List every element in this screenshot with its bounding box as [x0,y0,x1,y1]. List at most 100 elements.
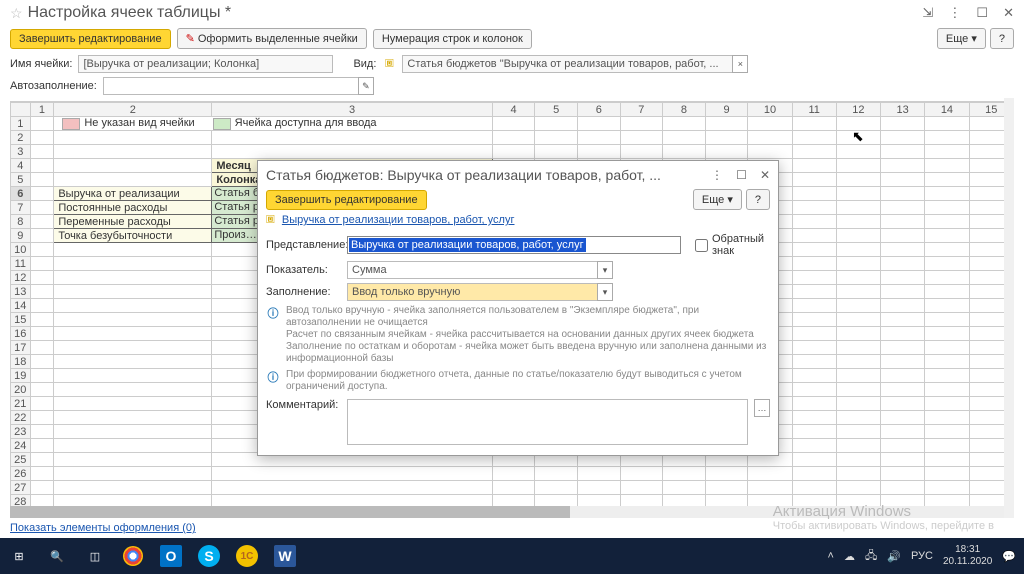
table-cell[interactable] [212,481,492,495]
tray-cloud-icon[interactable]: ☁ [844,550,855,563]
representation-field[interactable]: Выручка от реализации товаров, работ, ус… [349,238,586,252]
row-header[interactable]: 13 [11,285,31,299]
table-cell[interactable] [54,425,212,439]
table-cell[interactable]: Постоянные расходы [54,201,212,215]
table-cell[interactable] [54,243,212,257]
row-header[interactable]: 12 [11,271,31,285]
row-header[interactable]: 9 [11,229,31,243]
row-header[interactable]: 5 [11,173,31,187]
start-button[interactable]: ⊞ [0,538,38,574]
table-cell[interactable] [54,313,212,327]
row-header[interactable]: 25 [11,453,31,467]
format-cells-button[interactable]: ✎ Оформить выделенные ячейки [177,28,367,49]
tray-clock[interactable]: 18:31 20.11.2020 [943,544,992,568]
dialog-more-icon[interactable]: ⋮ [711,168,723,182]
row-header[interactable]: 19 [11,369,31,383]
row-header[interactable]: 27 [11,481,31,495]
table-cell[interactable] [212,145,492,159]
row-header[interactable]: 4 [11,159,31,173]
table-cell[interactable] [54,341,212,355]
row-header[interactable]: 16 [11,327,31,341]
row-header[interactable]: 1 [11,117,31,131]
table-cell[interactable] [54,411,212,425]
table-cell[interactable] [54,327,212,341]
table-cell[interactable] [212,131,492,145]
tray-chevron-icon[interactable]: ˄ [828,550,834,562]
row-header[interactable]: 21 [11,397,31,411]
row-header[interactable]: 23 [11,425,31,439]
external-link-icon[interactable]: ⇲ [922,5,933,20]
row-header[interactable]: 14 [11,299,31,313]
windows-taskbar[interactable]: ⊞ 🔍 ◫ O S 1C W ˄ ☁ 🖧 🔊 РУС 18:31 20.11.2… [0,538,1024,574]
search-button[interactable]: 🔍 [38,538,76,574]
tray-notifications-icon[interactable]: 💬 [1002,550,1016,563]
numbering-button[interactable]: Нумерация строк и колонок [373,29,532,49]
vid-field[interactable] [402,55,732,73]
table-cell[interactable] [212,467,492,481]
dialog-help-button[interactable]: ? [746,189,770,210]
row-header[interactable]: 11 [11,257,31,271]
table-cell[interactable] [54,481,212,495]
row-header[interactable]: 18 [11,355,31,369]
1c-taskbar-icon[interactable]: 1C [228,538,266,574]
dialog-more-button[interactable]: Еще ▾ [693,189,742,210]
close-icon[interactable]: ✕ [1003,5,1014,20]
row-header[interactable]: 26 [11,467,31,481]
table-cell[interactable] [54,453,212,467]
row-header[interactable]: 20 [11,383,31,397]
table-cell[interactable] [54,145,212,159]
autofill-field[interactable] [103,77,358,95]
row-header[interactable]: 2 [11,131,31,145]
tray-volume-icon[interactable]: 🔊 [887,550,901,563]
row-header[interactable]: 8 [11,215,31,229]
table-cell[interactable] [54,257,212,271]
more-menu-button[interactable]: Еще ▾ [937,28,986,49]
vid-dropdown-button[interactable]: × [732,55,748,73]
more-icon[interactable]: ⋮ [948,5,961,20]
dialog-finish-button[interactable]: Завершить редактирование [266,190,427,210]
table-cell[interactable] [54,467,212,481]
tray-language[interactable]: РУС [911,550,933,562]
autofill-clear-button[interactable]: ✎ [358,77,374,95]
table-cell[interactable] [54,271,212,285]
vertical-scrollbar[interactable] [1004,98,1014,518]
comment-expand-button[interactable]: … [754,399,770,417]
indicator-field[interactable] [347,261,597,279]
row-header[interactable]: 28 [11,495,31,507]
chrome-taskbar-icon[interactable] [114,538,152,574]
table-cell[interactable] [54,131,212,145]
help-button[interactable]: ? [990,28,1014,49]
task-view-button[interactable]: ◫ [76,538,114,574]
finish-editing-button[interactable]: Завершить редактирование [10,29,171,49]
table-cell[interactable] [54,159,212,173]
indicator-dropdown-button[interactable]: ▾ [597,261,613,279]
table-cell[interactable] [54,355,212,369]
word-taskbar-icon[interactable]: W [266,538,304,574]
table-cell[interactable] [54,173,212,187]
table-cell[interactable] [54,495,212,507]
table-cell[interactable] [54,285,212,299]
table-cell[interactable]: Переменные расходы [54,215,212,229]
dialog-close-icon[interactable]: ✕ [760,168,770,182]
table-cell[interactable]: Точка безубыточности [54,229,212,243]
maximize-icon[interactable]: ☐ [976,5,988,20]
favorite-star-icon[interactable]: ☆ [10,5,23,22]
budget-item-link[interactable]: Выручка от реализации товаров, работ, ус… [282,214,515,226]
outlook-taskbar-icon[interactable]: O [152,538,190,574]
table-cell[interactable]: Выручка от реализации [54,187,212,201]
row-header[interactable]: 10 [11,243,31,257]
row-header[interactable]: 24 [11,439,31,453]
row-header[interactable]: 3 [11,145,31,159]
cell-name-field[interactable] [78,55,333,73]
table-cell[interactable] [212,495,492,507]
horizontal-scrollbar[interactable] [10,506,1014,518]
comment-field[interactable] [347,399,748,445]
fill-dropdown-button[interactable]: ▾ [597,283,613,301]
row-header[interactable]: 15 [11,313,31,327]
row-header[interactable]: 6 [11,187,31,201]
fill-field[interactable] [347,283,597,301]
reverse-sign-checkbox[interactable] [695,239,708,252]
row-header[interactable]: 17 [11,341,31,355]
table-cell[interactable] [54,383,212,397]
row-header[interactable]: 22 [11,411,31,425]
